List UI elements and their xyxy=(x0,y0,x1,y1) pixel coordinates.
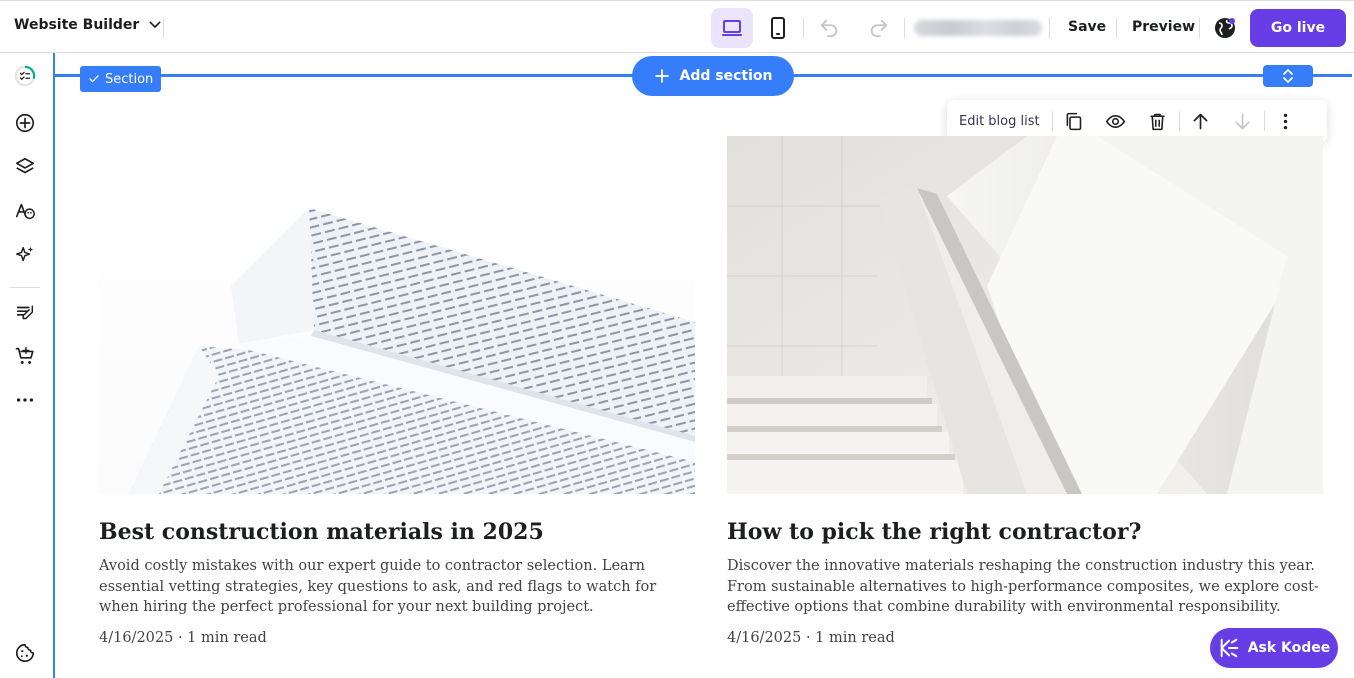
checklist-progress-icon xyxy=(14,65,36,87)
redo-icon xyxy=(870,19,888,38)
divider xyxy=(10,287,40,288)
plus-circle-icon xyxy=(15,113,35,133)
app-name: Website Builder xyxy=(14,17,140,33)
check-icon xyxy=(89,75,99,83)
add-section-button[interactable]: Add section xyxy=(632,56,794,96)
blog-post-meta: 4/16/2025 · 1 min read xyxy=(99,630,267,647)
copy-icon xyxy=(1066,112,1082,130)
store-button[interactable] xyxy=(13,344,37,368)
site-domain-blurred[interactable] xyxy=(914,20,1042,36)
divider xyxy=(1116,18,1117,38)
save-button[interactable]: Save xyxy=(1068,19,1106,35)
layers-button[interactable] xyxy=(13,155,37,179)
trash-icon xyxy=(1150,113,1165,130)
mobile-view-button[interactable] xyxy=(757,8,799,48)
eye-icon xyxy=(1105,114,1126,128)
blog-post-image[interactable] xyxy=(99,136,695,494)
desktop-view-button[interactable] xyxy=(711,8,753,48)
undo-icon xyxy=(820,19,838,38)
font-palette-icon xyxy=(15,203,35,220)
divider xyxy=(803,18,804,38)
chevron-down-icon xyxy=(149,21,161,28)
more-horizontal-icon xyxy=(16,398,34,402)
arrow-down-icon xyxy=(1235,113,1250,129)
cookie-icon xyxy=(15,643,35,663)
cookie-settings-button[interactable] xyxy=(13,641,37,665)
section-tag[interactable]: Section xyxy=(80,66,162,92)
blog-post-excerpt: Discover the innovative materials reshap… xyxy=(727,558,1319,616)
top-bar: Website Builder Save Preview Go live xyxy=(0,0,1354,53)
sparkles-icon xyxy=(16,246,34,262)
more-vertical-icon xyxy=(1283,113,1288,129)
edit-blog-list-button[interactable]: Edit blog list xyxy=(959,114,1040,129)
blog-edit-icon xyxy=(16,305,34,320)
divider xyxy=(904,18,905,38)
section-resize-handle[interactable] xyxy=(1263,65,1313,87)
building-facade-image xyxy=(99,136,695,494)
blog-post-title[interactable]: Best construction materials in 2025 xyxy=(99,518,695,546)
more-button[interactable] xyxy=(13,388,37,412)
blog-post-excerpt: Avoid costly mistakes with our expert gu… xyxy=(99,558,657,616)
blog-post-card[interactable]: How to pick the right contractor? Discov… xyxy=(727,136,1323,646)
kodee-logo-icon xyxy=(1220,638,1238,658)
setup-progress-button[interactable] xyxy=(13,64,37,88)
blog-post-title[interactable]: How to pick the right contractor? xyxy=(727,518,1323,546)
section-tag-label: Section xyxy=(105,71,154,87)
blog-post-card[interactable]: Best construction materials in 2025 Avoi… xyxy=(99,136,695,646)
styles-button[interactable] xyxy=(13,199,37,223)
divider xyxy=(1199,18,1200,38)
divider xyxy=(1049,18,1050,38)
ask-kodee-label: Ask Kodee xyxy=(1247,640,1331,656)
editor-canvas[interactable]: Section Add section Edit blog list Best … xyxy=(53,53,1354,678)
preview-button[interactable]: Preview xyxy=(1132,19,1195,35)
white-staircase-image xyxy=(727,136,1323,494)
chevron-up-down-icon xyxy=(1283,69,1293,83)
add-section-label: Add section xyxy=(679,68,773,84)
laptop-icon xyxy=(722,20,742,36)
plus-icon xyxy=(654,69,669,83)
ask-kodee-button[interactable]: Ask Kodee xyxy=(1210,628,1338,668)
smartphone-icon xyxy=(771,17,785,39)
website-builder-menu[interactable]: Website Builder xyxy=(14,17,163,33)
cart-add-icon xyxy=(15,347,34,364)
ai-tools-button[interactable] xyxy=(13,243,37,267)
blog-button[interactable] xyxy=(13,301,37,325)
blog-post-image[interactable] xyxy=(727,136,1323,494)
arrow-up-icon xyxy=(1193,113,1208,129)
go-live-button[interactable]: Go live xyxy=(1250,9,1346,47)
divider xyxy=(163,18,164,38)
redo-button[interactable] xyxy=(866,15,892,41)
undo-button[interactable] xyxy=(816,15,842,41)
layers-icon xyxy=(15,157,35,174)
left-sidebar xyxy=(0,53,53,678)
globe-language-icon[interactable] xyxy=(1213,16,1237,40)
add-elements-button[interactable] xyxy=(13,111,37,135)
